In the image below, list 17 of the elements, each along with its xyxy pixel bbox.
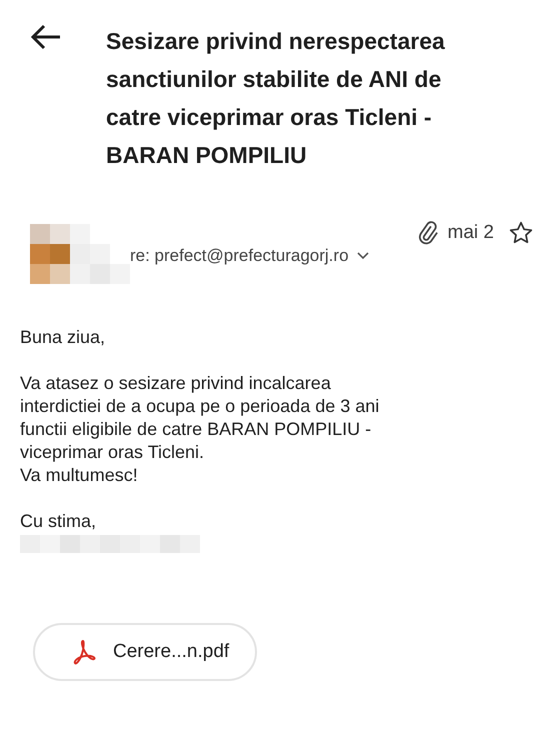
email-subject: sanctiunilor stabilite de ANI de [106,65,442,94]
email-subject: BARAN POMPILIU [106,141,308,170]
body-text: Va multumesc! [20,464,139,487]
expand-details-button[interactable] [354,250,371,262]
attachment-chip[interactable]: Cerere...n.pdf [33,623,258,681]
body-text: Buna ziua, [20,326,106,349]
body-text: viceprimar oras Ticleni. [20,441,206,464]
body-text: Cu stima, [20,510,98,533]
body-text: interdictiei de a ocupa pe o perioada de 3 ani [20,395,380,418]
email-subject: Sesizare privind nerespectarea [106,27,445,56]
email-date: mai 2 [448,222,494,244]
body-text: Va atasez o sesizare privind incalcarea [20,372,332,395]
email-subject: catre viceprimar oras Ticleni - [106,103,433,132]
star-button[interactable] [508,220,534,246]
body-text: functii eligibile de catre BARAN POMPILIU - [20,418,372,441]
recipient-address: re: prefect@prefecturagorj.ro [130,246,349,266]
back-arrow-icon [30,24,62,50]
